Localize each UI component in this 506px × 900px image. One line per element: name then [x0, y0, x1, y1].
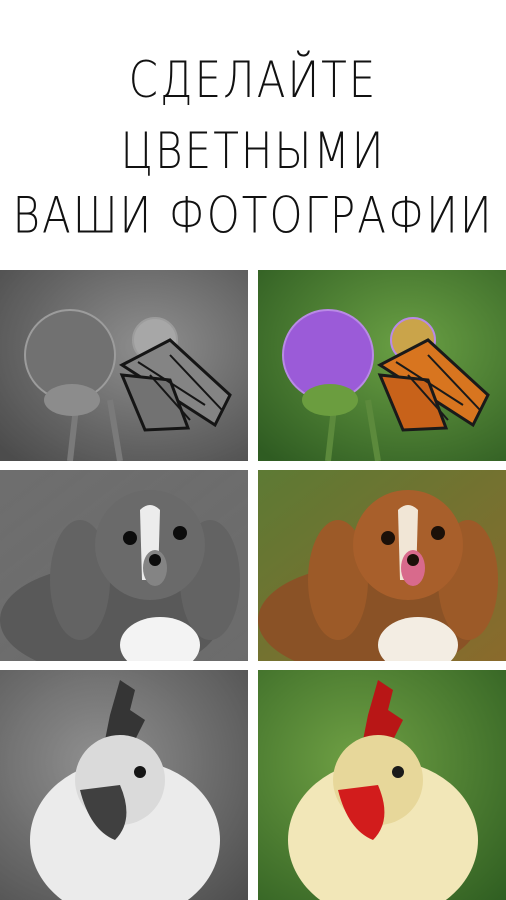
headline-line-2: ВАШИ ФОТОГРАФИИ	[12, 186, 494, 245]
rooster-image	[258, 670, 506, 900]
dog-color-photo	[258, 470, 506, 661]
dog-image	[0, 470, 248, 661]
headline-line-1: СДЕЛАЙТЕ ЦВЕТНЫМИ	[120, 51, 386, 180]
rooster-color-photo	[258, 670, 506, 900]
butterfly-color-photo	[258, 270, 506, 461]
butterfly-bw-photo	[0, 270, 248, 461]
butterfly-image	[0, 270, 248, 461]
dog-image	[258, 470, 506, 661]
rooster-image	[0, 670, 248, 900]
butterfly-image	[258, 270, 506, 461]
headline: СДЕЛАЙТЕ ЦВЕТНЫМИ ВАШИ ФОТОГРАФИИ	[0, 51, 506, 246]
rooster-bw-photo	[0, 670, 248, 900]
dog-bw-photo	[0, 470, 248, 661]
